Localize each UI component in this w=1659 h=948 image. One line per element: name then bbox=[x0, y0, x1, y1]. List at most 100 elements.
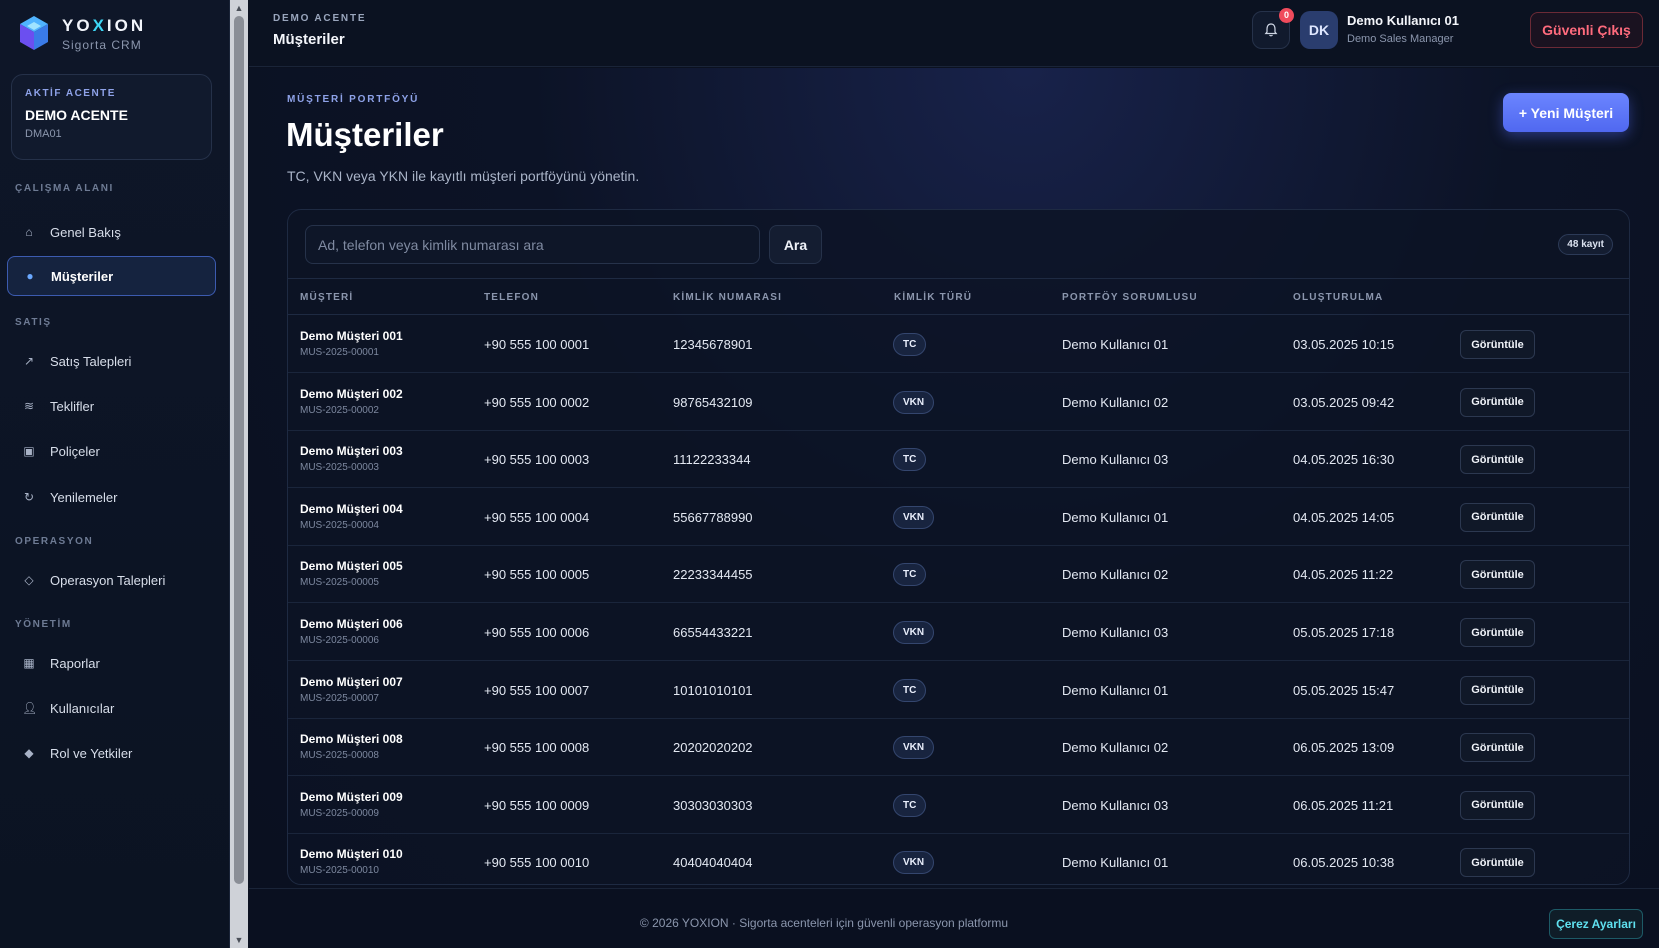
view-button[interactable]: Görüntüle bbox=[1460, 733, 1535, 763]
column-header-id-type[interactable]: KİMLİK TÜRÜ bbox=[894, 292, 972, 303]
customer-name[interactable]: Demo Müşteri 001 bbox=[300, 329, 403, 343]
sidebar-item-customers[interactable]: ● Müşteriler bbox=[7, 256, 216, 296]
customer-code: MUS-2025-00006 bbox=[300, 635, 379, 646]
sidebar-item-policies[interactable]: ▣ Poliçeler bbox=[7, 431, 216, 471]
created-date: 06.05.2025 11:21 bbox=[1293, 797, 1394, 813]
brand-subtitle: Sigorta CRM bbox=[62, 38, 142, 52]
customer-name[interactable]: Demo Müşteri 002 bbox=[300, 387, 403, 401]
table-row[interactable]: Demo Müşteri 004 MUS-2025-00004 +90 555 10… bbox=[288, 489, 1629, 546]
customer-name[interactable]: Demo Müşteri 007 bbox=[300, 675, 403, 689]
sidebar-scrollbar[interactable]: ▲ ▼ bbox=[230, 0, 248, 948]
scrollbar-thumb[interactable] bbox=[234, 16, 244, 884]
brand-name: YOXION bbox=[62, 16, 147, 35]
id-type-badge: VKN bbox=[893, 621, 935, 644]
record-count-badge: 48 kayıt bbox=[1558, 234, 1613, 255]
avatar[interactable]: DK bbox=[1300, 11, 1338, 49]
customer-id-number: 55667788990 bbox=[673, 509, 753, 525]
view-button[interactable]: Görüntüle bbox=[1460, 675, 1535, 705]
column-header-phone[interactable]: TELEFON bbox=[484, 292, 539, 303]
sidebar-item-sales-requests[interactable]: ↗ Satış Talepleri bbox=[7, 341, 216, 381]
created-date: 04.05.2025 14:05 bbox=[1293, 509, 1395, 525]
id-type-badge: VKN bbox=[893, 851, 935, 875]
customers-panel: Ara 48 kayıt MÜŞTERİ TELEFON KİMLİK NUMA… bbox=[287, 209, 1630, 885]
customer-phone: +90 555 100 0001 bbox=[484, 337, 590, 352]
new-customer-button[interactable]: + Yeni Müşteri bbox=[1503, 93, 1629, 132]
customer-code: MUS-2025-00007 bbox=[300, 692, 379, 704]
customer-id-number: 12345678901 bbox=[673, 337, 753, 352]
customer-phone: +90 555 100 0007 bbox=[484, 682, 590, 698]
sidebar-item-label: Poliçeler bbox=[50, 443, 100, 459]
breadcrumb[interactable]: DEMO ACENTE bbox=[273, 13, 366, 24]
view-button[interactable]: Görüntüle bbox=[1460, 445, 1535, 475]
created-date: 03.05.2025 10:15 bbox=[1293, 337, 1395, 352]
brand[interactable]: YOXION Sigorta CRM bbox=[18, 14, 146, 54]
view-button[interactable]: Görüntüle bbox=[1460, 330, 1535, 359]
scroll-up-icon[interactable]: ▲ bbox=[230, 0, 248, 16]
table-row[interactable]: Demo Müşteri 001 MUS-2025-00001 +90 555 10… bbox=[288, 316, 1629, 373]
view-button[interactable]: Görüntüle bbox=[1460, 618, 1535, 647]
customer-phone: +90 555 100 0005 bbox=[484, 567, 590, 583]
page-description: TC, VKN veya YKN ile kayıtlı müşteri por… bbox=[287, 168, 640, 184]
notifications-button[interactable]: 0 bbox=[1252, 8, 1294, 49]
sidebar: YOXION Sigorta CRM AKTİF ACENTE DEMO ACE… bbox=[0, 0, 230, 948]
agency-code: DMA01 bbox=[25, 128, 62, 140]
table-row[interactable]: Demo Müşteri 008 MUS-2025-00008 +90 555 10… bbox=[288, 719, 1629, 777]
customer-name[interactable]: Demo Müşteri 009 bbox=[300, 790, 403, 804]
search-input[interactable] bbox=[305, 225, 760, 264]
column-header-id-number[interactable]: KİMLİK NUMARASI bbox=[673, 292, 782, 303]
header-page-title: Müşteriler bbox=[273, 31, 345, 48]
portfolio-owner: Demo Kullanıcı 03 bbox=[1062, 625, 1169, 640]
sidebar-item-overview[interactable]: ⌂ Genel Bakış bbox=[7, 212, 216, 252]
view-button[interactable]: Görüntüle bbox=[1460, 560, 1535, 590]
sidebar-item-label: Satış Talepleri bbox=[50, 353, 132, 369]
view-button[interactable]: Görüntüle bbox=[1460, 502, 1535, 532]
customer-id-number: 22233344455 bbox=[673, 567, 753, 583]
portfolio-owner: Demo Kullanıcı 03 bbox=[1062, 797, 1169, 813]
table-row[interactable]: Demo Müşteri 003 MUS-2025-00003 +90 555 10… bbox=[288, 431, 1629, 489]
nav-section-operations: OPERASYON bbox=[15, 536, 94, 547]
logout-button[interactable]: Güvenli Çıkış bbox=[1530, 12, 1643, 48]
trend-arrow-icon: ↗ bbox=[23, 354, 35, 368]
view-button[interactable]: Görüntüle bbox=[1460, 790, 1535, 820]
customer-id-number: 40404040404 bbox=[673, 855, 753, 871]
sidebar-item-offers[interactable]: ≋ Teklifler bbox=[7, 386, 216, 426]
view-button[interactable]: Görüntüle bbox=[1460, 387, 1535, 417]
customer-name[interactable]: Demo Müşteri 006 bbox=[300, 617, 403, 631]
main-content: MÜŞTERİ PORTFÖYÜ Müşteriler TC, VKN veya… bbox=[249, 68, 1659, 888]
portfolio-owner: Demo Kullanıcı 02 bbox=[1062, 394, 1169, 410]
home-icon: ⌂ bbox=[25, 225, 33, 239]
cookie-settings-button[interactable]: Çerez Ayarları bbox=[1549, 909, 1643, 939]
table-row[interactable]: Demo Müşteri 006 MUS-2025-00006 +90 555 10… bbox=[288, 604, 1629, 661]
nav-section-workspace: ÇALIŞMA ALANI bbox=[15, 183, 114, 194]
table-row[interactable]: Demo Müşteri 010 MUS-2025-00010 +90 555 10… bbox=[288, 834, 1629, 884]
column-header-owner[interactable]: PORTFÖY SORUMLUSU bbox=[1062, 292, 1198, 303]
logo-cube-icon bbox=[20, 16, 48, 50]
customer-name[interactable]: Demo Müşteri 005 bbox=[300, 559, 403, 573]
created-date: 05.05.2025 17:18 bbox=[1293, 625, 1395, 640]
portfolio-owner: Demo Kullanıcı 01 bbox=[1062, 855, 1169, 871]
customer-phone: +90 555 100 0006 bbox=[484, 625, 590, 640]
customer-name[interactable]: Demo Müşteri 010 bbox=[300, 847, 403, 861]
notification-count-badge: 0 bbox=[1279, 8, 1294, 23]
sidebar-item-renewals[interactable]: ↻ Yenilemeler bbox=[7, 477, 216, 517]
customer-name[interactable]: Demo Müşteri 008 bbox=[300, 732, 403, 746]
customer-name[interactable]: Demo Müşteri 003 bbox=[300, 444, 403, 458]
sidebar-item-roles[interactable]: ◆ Rol ve Yetkiler bbox=[7, 733, 216, 773]
sidebar-item-reports[interactable]: ▦ Raporlar bbox=[7, 643, 216, 683]
search-button[interactable]: Ara bbox=[769, 225, 822, 264]
column-header-created[interactable]: OLUŞTURULMA bbox=[1293, 292, 1383, 303]
table-row[interactable]: Demo Müşteri 009 MUS-2025-00009 +90 555 10… bbox=[288, 777, 1629, 834]
column-header-customer[interactable]: MÜŞTERİ bbox=[300, 292, 353, 303]
table-row[interactable]: Demo Müşteri 005 MUS-2025-00005 +90 555 10… bbox=[288, 546, 1629, 604]
active-agency-card[interactable]: AKTİF ACENTE DEMO ACENTE DMA01 bbox=[11, 74, 212, 160]
view-button[interactable]: Görüntüle bbox=[1460, 848, 1535, 878]
sidebar-item-users[interactable]: 👤︎ Kullanıcılar bbox=[7, 688, 216, 728]
sidebar-item-label: Raporlar bbox=[50, 655, 100, 671]
scroll-down-icon[interactable]: ▼ bbox=[230, 932, 248, 948]
portfolio-owner: Demo Kullanıcı 03 bbox=[1062, 452, 1169, 468]
customer-name[interactable]: Demo Müşteri 004 bbox=[300, 502, 403, 516]
table-row[interactable]: Demo Müşteri 002 MUS-2025-00002 +90 555 10… bbox=[288, 374, 1629, 431]
table-row[interactable]: Demo Müşteri 007 MUS-2025-00007 +90 555 10… bbox=[288, 662, 1629, 719]
customer-phone: +90 555 100 0002 bbox=[484, 394, 590, 410]
sidebar-item-operation-requests[interactable]: ◇ Operasyon Talepleri bbox=[7, 560, 216, 600]
